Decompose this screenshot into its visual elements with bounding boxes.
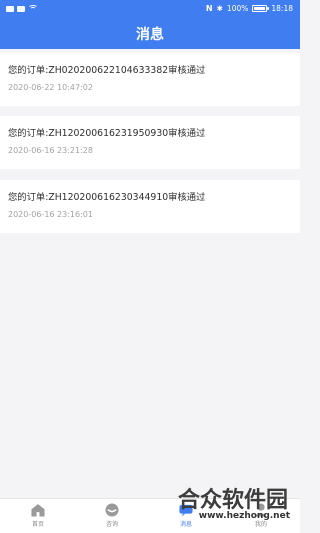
page-title: 消息 [136,27,164,43]
message-time: 2020-06-16 23:21:28 [8,146,93,155]
message-time: 2020-06-16 23:16:01 [8,210,93,219]
status-bar: N ✱ 100% 18:18 [0,0,300,19]
tab-consult[interactable]: 咨询 [87,502,137,532]
message-time: 2020-06-22 10:47:02 [8,83,93,92]
nfc-icon: N [205,3,213,13]
tab-home-label: 首页 [31,521,44,528]
tab-message[interactable]: 消息 [161,502,211,532]
status-time: 18:18 [271,4,293,13]
consult-icon [105,503,119,517]
sim-icon [6,5,14,12]
tab-message-label: 消息 [179,521,192,528]
tab-consult-label: 咨询 [105,521,118,528]
wifi-icon [28,5,37,12]
message-item[interactable]: 您的订单:ZH120200616230344910审核通过 2020-06-16… [0,180,300,233]
home-icon [31,504,45,517]
message-item[interactable]: 您的订单:ZH020200622104633382审核通过 2020-06-22… [0,53,300,106]
tab-profile[interactable]: 我的 [236,502,286,532]
battery-percent: 100% [226,4,249,13]
message-icon [179,504,193,517]
status-right-icons: N ✱ 100% 18:18 [206,4,293,13]
tab-profile-label: 我的 [254,521,267,528]
profile-icon [255,503,267,517]
tab-home[interactable]: 首页 [13,502,63,532]
message-title: 您的订单:ZH120200616230344910审核通过 [8,192,206,203]
page-header: 消息 [0,19,300,49]
message-title: 您的订单:ZH120200616231950930审核通过 [8,128,206,139]
battery-icon [252,5,270,12]
bluetooth-icon: ✱ [216,4,223,13]
message-item[interactable]: 您的订单:ZH120200616231950930审核通过 2020-06-16… [0,116,300,169]
message-title: 您的订单:ZH020200622104633382审核通过 [8,65,206,76]
status-left-icons [6,5,37,12]
bottom-tab-bar: 首页 咨询 消息 我的 [0,498,300,533]
signal-icon [17,5,25,12]
